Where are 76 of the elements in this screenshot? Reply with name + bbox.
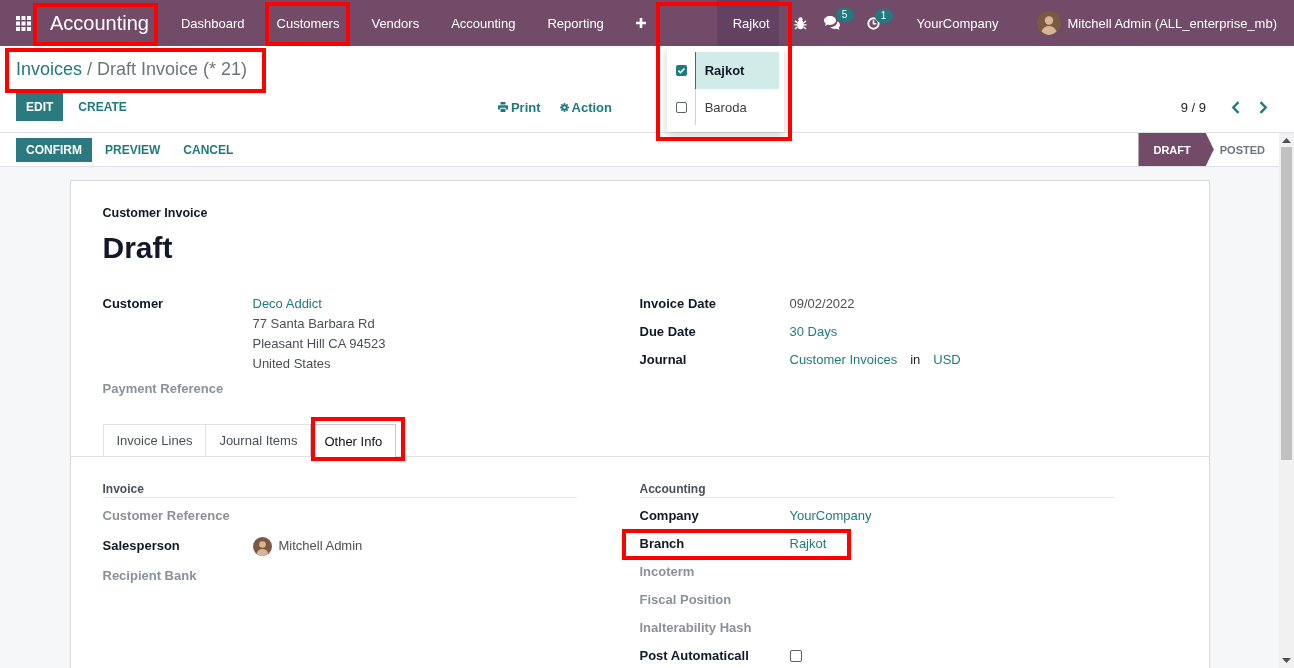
stage-step[interactable]: POSTED bbox=[1213, 133, 1279, 166]
field-label: Fiscal Position bbox=[639, 591, 733, 609]
scroll-up-icon[interactable] bbox=[1282, 138, 1291, 143]
checkbox[interactable] bbox=[675, 65, 687, 76]
bug-icon[interactable] bbox=[793, 16, 807, 30]
field-link[interactable]: 30 Days bbox=[789, 322, 838, 342]
address-line: Pleasant Hill CA 94523 bbox=[252, 335, 386, 353]
section-title: Accounting bbox=[639, 481, 1114, 498]
menu-item[interactable]: Dashboard bbox=[164, 0, 261, 46]
field-text: in bbox=[910, 351, 921, 369]
field-label: Invoice Date bbox=[639, 295, 718, 313]
count-badge: 1 bbox=[874, 8, 893, 23]
chat-icon[interactable] bbox=[823, 16, 840, 30]
salesperson-avatar bbox=[252, 536, 272, 556]
user-menu[interactable]: Mitchell Admin (ALL_enterprise_mb) bbox=[1067, 15, 1277, 31]
branch-option[interactable]: Rajkot bbox=[694, 52, 779, 89]
branch-option[interactable]: Baroda bbox=[694, 89, 779, 125]
breadcrumb-link[interactable]: Invoices bbox=[16, 57, 83, 81]
breadcrumb-separator: / bbox=[87, 58, 93, 81]
section-title: Invoice bbox=[102, 481, 577, 498]
document-type: Customer Invoice bbox=[102, 205, 209, 221]
notebook-tab[interactable]: Other Info bbox=[310, 424, 397, 457]
apps-menu-icon[interactable] bbox=[16, 15, 31, 31]
menu-item[interactable]: Customers bbox=[260, 0, 356, 46]
address-line: United States bbox=[252, 355, 331, 373]
menu-item[interactable]: Reporting bbox=[531, 0, 620, 46]
field-label: Recipient Bank bbox=[102, 567, 198, 585]
stage-step[interactable]: DRAFT bbox=[1138, 133, 1214, 166]
plus-icon[interactable] bbox=[635, 18, 646, 28]
count-badge: 5 bbox=[835, 8, 854, 22]
field-label: Customer bbox=[102, 295, 165, 313]
breadcrumb-current: Draft Invoice (* 21) bbox=[97, 58, 248, 81]
company-switcher[interactable]: YourCompany bbox=[916, 15, 999, 31]
scrollbar[interactable] bbox=[1279, 133, 1294, 668]
status-button[interactable]: CANCEL bbox=[173, 137, 244, 162]
checkbox[interactable] bbox=[675, 101, 687, 113]
gear-icon bbox=[559, 102, 569, 112]
field-label: Salesperson bbox=[102, 537, 181, 555]
field-label: Inalterability Hash bbox=[639, 619, 753, 637]
toolbar-button[interactable]: EDIT bbox=[16, 93, 64, 121]
field-label: Payment Reference bbox=[102, 380, 225, 398]
field-label: Journal bbox=[639, 351, 688, 369]
branch-switcher[interactable]: Rajkot bbox=[716, 0, 779, 46]
printer-icon bbox=[497, 102, 508, 112]
status-button[interactable]: CONFIRM bbox=[16, 137, 92, 162]
chevron-right-icon[interactable] bbox=[1259, 100, 1268, 114]
field-link[interactable]: Rajkot bbox=[789, 534, 827, 554]
field-label: Company bbox=[639, 507, 700, 525]
scroll-down-icon[interactable] bbox=[1282, 658, 1291, 663]
field-link[interactable]: USD bbox=[933, 350, 961, 370]
checkbox[interactable] bbox=[789, 650, 802, 662]
field-value: Mitchell Admin bbox=[278, 537, 363, 555]
field-label: Customer Reference bbox=[102, 507, 231, 525]
menu-item[interactable]: Accounting bbox=[435, 0, 532, 46]
clock-icon[interactable] bbox=[866, 16, 880, 30]
pager-value: 9 / 9 bbox=[1180, 99, 1206, 115]
app-name[interactable]: Accounting bbox=[50, 11, 149, 35]
field-link[interactable]: Deco Addict bbox=[252, 294, 322, 314]
action-button[interactable]: Action bbox=[559, 93, 612, 121]
field-label: Branch bbox=[639, 535, 686, 553]
field-label: Post Automaticall bbox=[639, 647, 750, 665]
status-button[interactable]: PREVIEW bbox=[95, 137, 171, 162]
menu-item[interactable]: Vendors bbox=[355, 0, 436, 46]
document-title: Draft bbox=[102, 230, 174, 266]
field-value: 09/02/2022 bbox=[789, 295, 855, 313]
toolbar-button[interactable]: CREATE bbox=[68, 93, 137, 121]
field-link[interactable]: Customer Invoices bbox=[789, 350, 898, 370]
address-line: 77 Santa Barbara Rd bbox=[252, 315, 375, 333]
chevron-left-icon[interactable] bbox=[1231, 100, 1240, 114]
field-link[interactable]: YourCompany bbox=[789, 506, 872, 526]
notebook-tab[interactable]: Invoice Lines bbox=[102, 424, 207, 456]
field-label: Due Date bbox=[639, 323, 697, 341]
scrollbar-thumb[interactable] bbox=[1281, 147, 1292, 460]
print-button[interactable]: Print bbox=[497, 93, 541, 121]
user-avatar bbox=[1037, 11, 1062, 35]
field-label: Incoterm bbox=[639, 563, 696, 581]
